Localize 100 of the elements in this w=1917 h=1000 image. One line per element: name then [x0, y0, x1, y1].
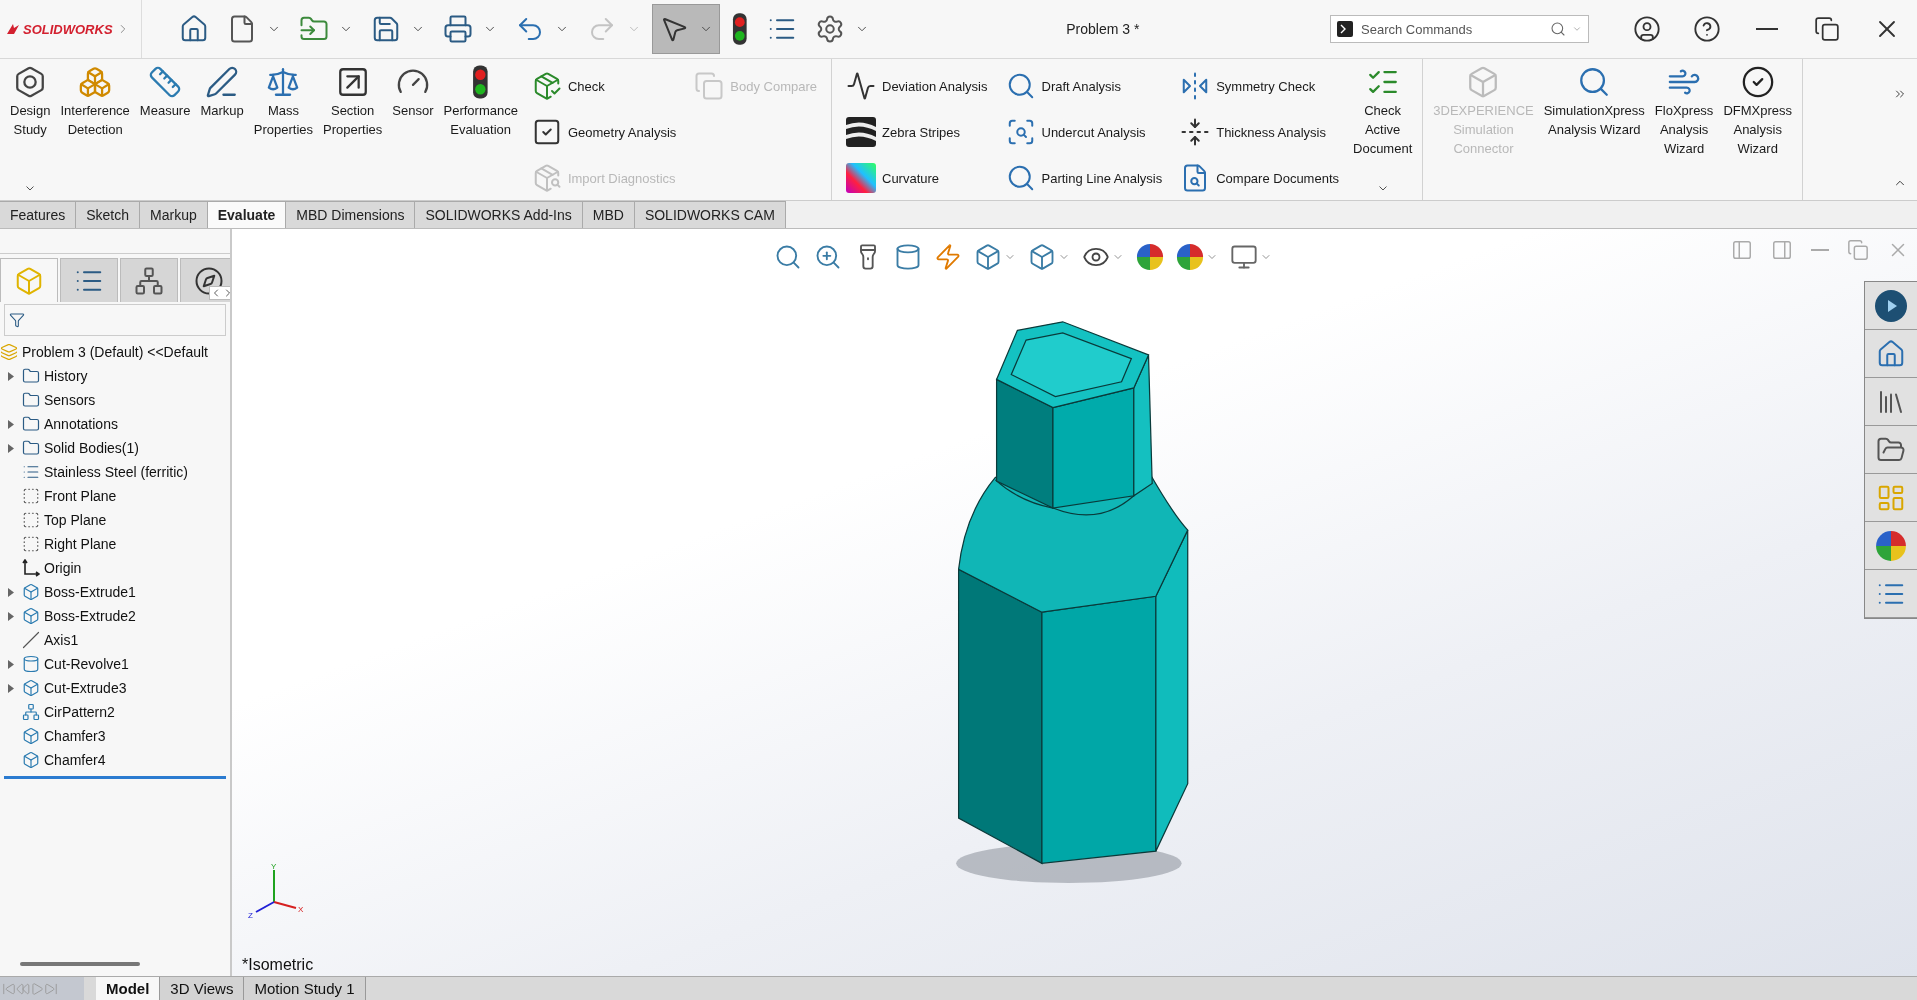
print-icon — [443, 14, 473, 44]
ribbon-button[interactable]: Zebra Stripes — [844, 111, 990, 153]
tree-item[interactable]: Boss-Extrude1 — [44, 584, 136, 600]
tree-item[interactable]: Cut-Revolve1 — [44, 656, 129, 672]
cube-icon — [22, 607, 40, 625]
ribbon-button[interactable]: Design Study — [6, 63, 55, 183]
command-tab[interactable]: Features — [0, 201, 77, 228]
bottom-tab[interactable]: Model — [96, 977, 161, 1000]
compass-icon — [1874, 288, 1908, 323]
ribbon-button[interactable]: Interference Detection — [56, 63, 134, 193]
expand-arrow-icon[interactable] — [8, 419, 14, 429]
toolbar-button[interactable] — [652, 4, 720, 54]
ribbon-button[interactable]: Geometry Analysis — [529, 111, 679, 153]
last-icon — [44, 981, 58, 996]
tree-item[interactable]: Chamfer4 — [44, 752, 106, 768]
tree-item[interactable]: Annotations — [44, 416, 118, 432]
ribbon-button[interactable]: Symmetry Check — [1178, 65, 1341, 107]
ribbon-button[interactable]: Thickness Analysis — [1178, 111, 1341, 153]
color-ball-icon — [1176, 243, 1204, 271]
tree-item[interactable]: Chamfer3 — [44, 728, 106, 744]
command-tab[interactable]: MBD Dimensions — [286, 201, 416, 228]
command-tab[interactable]: Evaluate — [207, 201, 287, 228]
save-icon — [371, 14, 401, 44]
tree-item[interactable]: Origin — [44, 560, 82, 576]
fold-vertical-icon — [1180, 117, 1211, 147]
ribbon-button[interactable]: Mass Properties — [249, 63, 318, 193]
caret-icon — [1572, 24, 1582, 34]
panel-tab[interactable] — [180, 258, 230, 302]
tree-item[interactable]: Axis1 — [44, 632, 79, 648]
bottom-tab[interactable]: 3D Views — [160, 977, 245, 1000]
expand-arrow-icon[interactable] — [8, 659, 14, 669]
command-tab[interactable]: SOLIDWORKS Add-Ins — [415, 201, 583, 228]
ribbon-button[interactable]: Draft Analysis — [1003, 65, 1165, 107]
task-pane-tab[interactable] — [1865, 282, 1917, 330]
next-icon — [30, 981, 44, 996]
tree-item[interactable]: Stainless Steel (ferritic) — [44, 464, 188, 480]
ribbon-button[interactable]: Parting Line Analysis — [1003, 157, 1165, 199]
tile-right-icon — [1771, 239, 1793, 261]
ribbon-button[interactable]: FloXpress Analysis Wizard — [1650, 63, 1718, 193]
expand-arrow-icon[interactable] — [8, 683, 14, 693]
pen-icon — [205, 65, 240, 99]
cube-icon — [22, 583, 40, 601]
task-pane-tab[interactable] — [1865, 570, 1917, 618]
lightning-icon — [934, 243, 962, 271]
ribbon-button[interactable]: Measure — [135, 63, 195, 193]
ribbon-button[interactable]: Undercut Analysis — [1003, 111, 1165, 153]
command-tab[interactable]: Sketch — [76, 201, 141, 228]
ribbon-button[interactable]: SimulationXpress Analysis Wizard — [1539, 63, 1649, 193]
first-icon — [2, 981, 16, 996]
ribbon-button[interactable]: Curvature — [844, 157, 990, 199]
expand-arrow-icon[interactable] — [8, 443, 14, 453]
ribbon-button[interactable]: Deviation Analysis — [844, 65, 990, 107]
tree-item[interactable]: Top Plane — [44, 512, 107, 528]
filter-field[interactable] — [4, 304, 226, 336]
tree-item[interactable]: Boss-Extrude2 — [44, 608, 136, 624]
cube-icon — [22, 679, 40, 697]
ribbon-button[interactable]: Performance Evaluation — [439, 63, 522, 193]
ribbon-button[interactable]: Section Properties — [319, 63, 387, 193]
tree-item[interactable]: Cut-Extrude3 — [44, 680, 127, 696]
check-circle-icon — [1740, 65, 1775, 99]
tree-item[interactable]: History — [44, 368, 88, 384]
tree-item[interactable]: Problem 3 (Default) <<Default — [0, 340, 230, 364]
restore-icon — [1847, 239, 1869, 261]
command-tab[interactable]: SOLIDWORKS CAM — [634, 201, 786, 228]
expand-arrow-icon[interactable] — [8, 371, 14, 381]
ribbon-button[interactable]: Check — [529, 65, 679, 107]
copy-icon — [694, 71, 725, 101]
tree-item[interactable]: Right Plane — [44, 536, 117, 552]
origin-icon — [22, 559, 40, 577]
color-gradient-icon — [846, 163, 876, 193]
ribbon-button[interactable]: Sensor — [388, 63, 438, 193]
command-tab[interactable]: MBD — [582, 201, 635, 228]
expand-arrow-icon[interactable] — [8, 587, 14, 597]
search-field[interactable]: Search Commands — [1330, 15, 1589, 43]
tree-item[interactable]: CirPattern2 — [44, 704, 115, 720]
ribbon-button[interactable]: DFMXpress Analysis Wizard — [1719, 63, 1796, 193]
monitor-icon — [1230, 243, 1258, 271]
task-pane-tab[interactable] — [1865, 522, 1917, 570]
expand-arrow-icon[interactable] — [8, 611, 14, 621]
task-pane-tab[interactable] — [1865, 426, 1917, 474]
task-pane-tab[interactable] — [1865, 330, 1917, 378]
window-title: Problem 3 * — [1066, 21, 1140, 37]
cube-icon — [22, 727, 40, 745]
ribbon-button[interactable]: Compare Documents — [1178, 157, 1341, 199]
command-tab[interactable]: Markup — [140, 201, 208, 228]
color-ball-icon — [1875, 529, 1907, 562]
search-input[interactable]: Search Commands — [1359, 20, 1544, 38]
plane-icon — [22, 535, 40, 553]
scale-icon — [266, 65, 301, 99]
home-icon — [1876, 338, 1906, 369]
bottom-tab[interactable]: Motion Study 1 — [244, 977, 366, 1000]
view-tool-button[interactable] — [1134, 241, 1166, 273]
tree-item[interactable]: Front Plane — [44, 488, 117, 504]
tree-item[interactable]: Sensors — [44, 392, 96, 408]
ribbon-button[interactable]: Markup — [196, 63, 248, 193]
magnifier-icon — [774, 243, 802, 271]
task-pane-tab[interactable] — [1865, 378, 1917, 426]
tree-item[interactable]: Solid Bodies(1) — [44, 440, 139, 456]
view-name: *Isometric — [242, 956, 314, 974]
ribbon-button[interactable]: Check Active Document — [1349, 63, 1417, 183]
